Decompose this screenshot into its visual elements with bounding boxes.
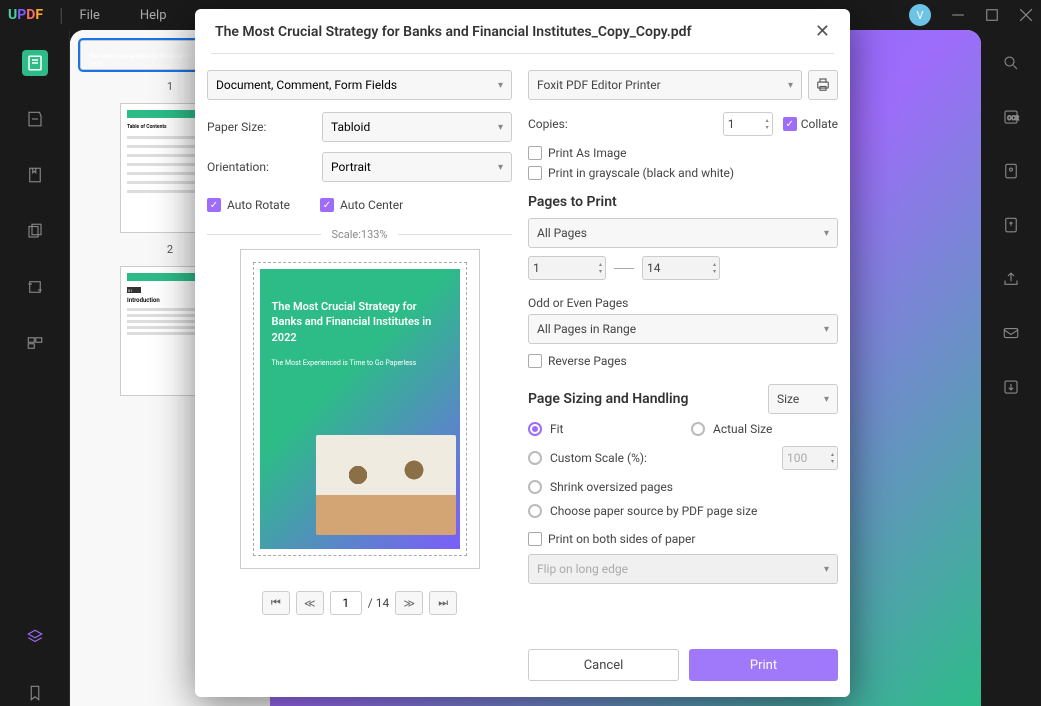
crop-icon[interactable]: [22, 274, 48, 300]
app-logo: UPDF: [8, 7, 43, 23]
print-as-image-checkbox[interactable]: Print As Image: [528, 146, 838, 160]
left-rail: [0, 30, 70, 706]
print-button[interactable]: Print: [689, 649, 838, 681]
dialog-title: The Most Crucial Strategy for Banks and …: [215, 24, 692, 40]
minimize-button[interactable]: [951, 8, 965, 22]
orientation-select[interactable]: Portrait: [322, 152, 512, 182]
print-preview: The Most Crucial Strategy for Banks and …: [240, 249, 480, 569]
collate-checkbox[interactable]: ✓: [783, 117, 797, 131]
comment-icon[interactable]: [22, 106, 48, 132]
size-actual-radio[interactable]: Actual Size: [691, 422, 838, 436]
arrange-icon[interactable]: [22, 330, 48, 356]
pager-current-input[interactable]: [330, 591, 362, 615]
cancel-button[interactable]: Cancel: [528, 649, 679, 681]
sizing-title: Page Sizing and Handling: [528, 391, 688, 407]
email-icon[interactable]: [998, 320, 1024, 346]
size-custom-radio[interactable]: Custom Scale (%):: [528, 451, 647, 465]
range-to-spinner[interactable]: 14: [642, 256, 720, 280]
auto-rotate-checkbox[interactable]: ✓Auto Rotate: [207, 198, 290, 212]
size-choose-source-radio[interactable]: Choose paper source by PDF page size: [528, 504, 838, 518]
layers-icon[interactable]: [22, 624, 48, 650]
odd-even-select[interactable]: All Pages in Range: [528, 314, 838, 344]
size-fit-radio[interactable]: Fit: [528, 422, 675, 436]
printer-select[interactable]: Foxit PDF Editor Printer: [528, 70, 802, 100]
ocr-icon[interactable]: OCR: [998, 104, 1024, 130]
save-icon[interactable]: [998, 374, 1024, 400]
pages-to-print-title: Pages to Print: [528, 194, 838, 210]
pager-last-button[interactable]: ⏭: [429, 591, 457, 615]
page-range-select[interactable]: All Pages: [528, 218, 838, 248]
pager-next-button[interactable]: ≫: [395, 591, 423, 615]
dialog-close-button[interactable]: ✕: [815, 23, 830, 41]
bookmark-rail-icon[interactable]: [22, 162, 48, 188]
close-button[interactable]: [1019, 8, 1033, 22]
custom-scale-spinner[interactable]: 100: [782, 446, 838, 470]
content-type-select[interactable]: Document, Comment, Form Fields: [207, 70, 512, 100]
odd-even-label: Odd or Even Pages: [528, 296, 838, 310]
menu-help[interactable]: Help: [140, 8, 167, 23]
thumbnails-icon[interactable]: [22, 50, 48, 76]
svg-text:OCR: OCR: [1007, 115, 1019, 122]
scale-label: Scale:133%: [321, 228, 397, 241]
copies-label: Copies:: [528, 117, 723, 131]
copies-spinner[interactable]: 1: [723, 112, 773, 136]
print-grayscale-checkbox[interactable]: Print in grayscale (black and white): [528, 166, 838, 180]
menu-file[interactable]: File: [79, 8, 99, 23]
pager-first-button[interactable]: ⏮: [262, 591, 290, 615]
pager-total: / 14: [368, 596, 389, 610]
auto-center-checkbox[interactable]: ✓Auto Center: [320, 198, 403, 212]
pager-prev-button[interactable]: ≪: [296, 591, 324, 615]
export-icon[interactable]: [998, 212, 1024, 238]
share-icon[interactable]: [998, 266, 1024, 292]
paper-size-label: Paper Size:: [207, 120, 322, 134]
orientation-label: Orientation:: [207, 160, 322, 174]
size-shrink-radio[interactable]: Shrink oversized pages: [528, 480, 838, 494]
print-dialog: The Most Crucial Strategy for Banks and …: [195, 9, 850, 697]
range-from-spinner[interactable]: 1: [528, 256, 606, 280]
paper-size-select[interactable]: Tabloid: [322, 112, 512, 142]
reverse-pages-checkbox[interactable]: Reverse Pages: [528, 354, 838, 368]
both-sides-checkbox[interactable]: Print on both sides of paper: [528, 532, 838, 546]
preview-pager: ⏮ ≪ / 14 ≫ ⏭: [207, 591, 512, 615]
avatar[interactable]: V: [909, 4, 931, 26]
maximize-button[interactable]: [985, 8, 999, 22]
pages-icon[interactable]: [22, 218, 48, 244]
printer-properties-button[interactable]: [808, 70, 838, 100]
tools-icon[interactable]: [998, 158, 1024, 184]
right-rail: OCR: [981, 30, 1041, 706]
flip-select: Flip on long edge: [528, 554, 838, 584]
sizing-mode-select[interactable]: Size: [768, 384, 838, 414]
search-icon[interactable]: [998, 50, 1024, 76]
ribbon-icon[interactable]: [22, 680, 48, 706]
divider: |: [59, 5, 63, 26]
